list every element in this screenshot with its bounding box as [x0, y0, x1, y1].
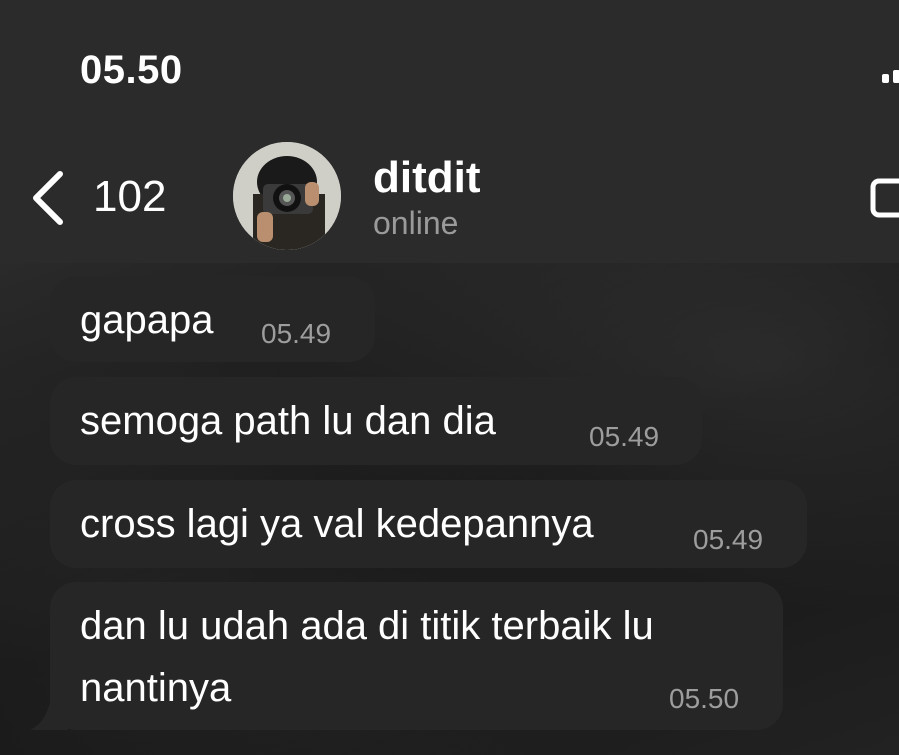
message-bubble[interactable]: dan lu udah ada di titik terbaik lu nant…: [50, 582, 783, 730]
message-bubble[interactable]: semoga path lu dan dia 05.49: [50, 377, 702, 465]
contact-name: ditdit: [373, 153, 481, 202]
status-bar-time: 05.50: [80, 48, 183, 92]
message-text-line: nantinya: [80, 666, 232, 710]
message-bubble[interactable]: cross lagi ya val kedepannya 05.49: [50, 480, 807, 568]
message-text: cross lagi ya val kedepannya: [80, 502, 594, 546]
contact-status: online: [373, 205, 459, 241]
message-text: gapapa: [80, 298, 214, 342]
message-text-line: dan lu udah ada di titik terbaik lu: [80, 604, 654, 648]
back-button[interactable]: [24, 168, 84, 228]
chevron-left-icon: [33, 171, 63, 225]
message-timestamp: 05.49: [589, 421, 660, 452]
video-call-icon[interactable]: [870, 178, 899, 218]
message-timestamp: 05.49: [261, 318, 332, 349]
message-bubble[interactable]: gapapa 05.49: [50, 276, 375, 362]
chat-header: 05.50 102 ditdit online: [0, 0, 899, 263]
signal-icon: [882, 70, 899, 83]
camera-photo-avatar-icon: [233, 142, 341, 250]
message-timestamp: 05.49: [693, 524, 764, 555]
avatar[interactable]: [233, 142, 341, 250]
unread-count[interactable]: 102: [93, 172, 166, 222]
message-text: semoga path lu dan dia: [80, 399, 496, 443]
message-timestamp: 05.50: [669, 683, 740, 714]
